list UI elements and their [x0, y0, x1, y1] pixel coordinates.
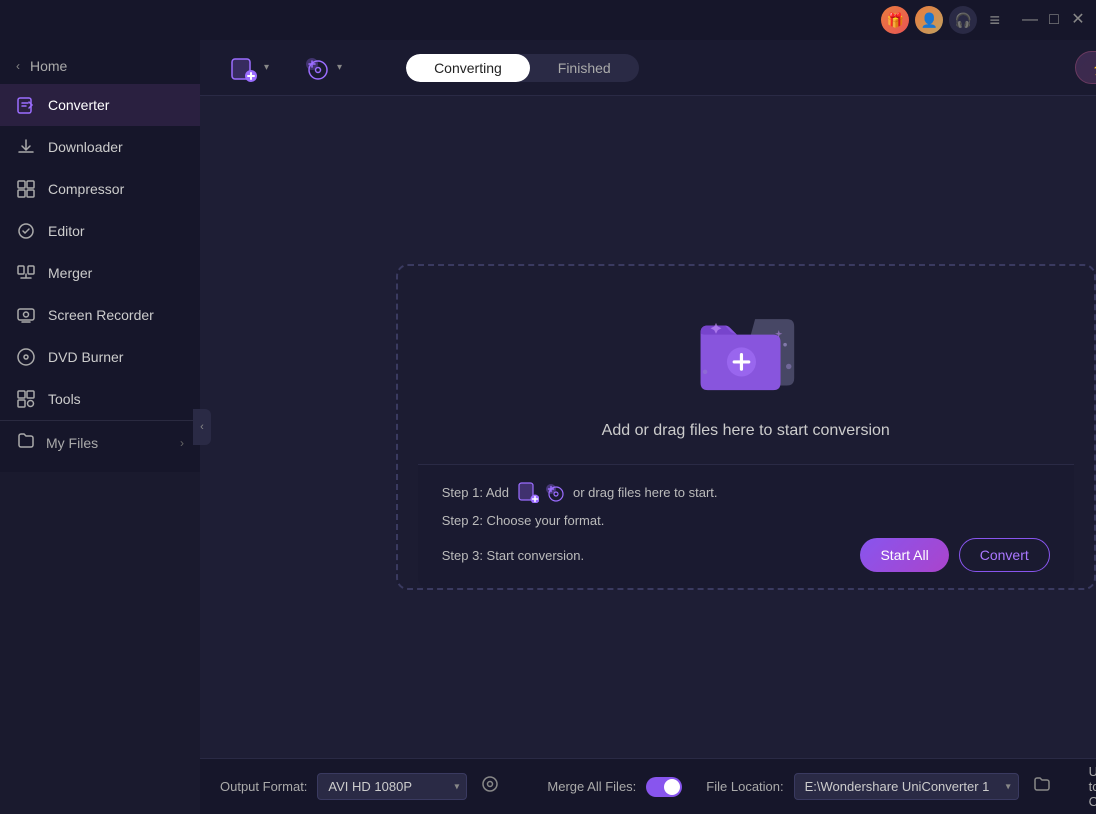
downloader-icon — [16, 137, 36, 157]
sidebar-dvd-burner-label: DVD Burner — [48, 349, 123, 365]
sidebar-tools-label: Tools — [48, 391, 81, 407]
add-cd-button[interactable]: ▾ — [293, 47, 350, 89]
add-files-icon — [228, 53, 258, 83]
upload-cloud-field: Upload to Cloud — [1089, 764, 1096, 809]
titlebar-icons: 🎁 👤 🎧 ≡ — [881, 6, 1006, 35]
folder-icon — [681, 296, 811, 406]
output-format-select-wrap: AVI HD 1080P MP4 HD 1080P MKV HD 1080P M… — [317, 773, 467, 800]
sidebar: ‹ Home Converter — [0, 40, 200, 472]
screen-recorder-icon — [16, 305, 36, 325]
sidebar-merger-label: Merger — [48, 265, 92, 281]
step-1-prefix: Step 1: Add — [442, 485, 509, 500]
merge-label: Merge All Files: — [547, 779, 636, 794]
my-files-arrow-icon: › — [180, 436, 184, 450]
merge-all-files-field: Merge All Files: — [547, 777, 682, 797]
sidebar-item-compressor[interactable]: Compressor — [0, 168, 200, 210]
minimize-button[interactable]: — — [1022, 12, 1038, 28]
sidebar-item-dvd-burner[interactable]: DVD Burner — [0, 336, 200, 378]
dvd-burner-icon — [16, 347, 36, 367]
step-add-files-icon[interactable] — [517, 481, 539, 503]
sidebar-editor-label: Editor — [48, 223, 85, 239]
sidebar-footer: My Files › — [0, 420, 200, 464]
step-3-row: Step 3: Start conversion. Start All Conv… — [442, 538, 1050, 572]
my-files-icon — [16, 431, 36, 454]
output-format-field: Output Format: AVI HD 1080P MP4 HD 1080P… — [220, 771, 503, 802]
step-2-text: Step 2: Choose your format. — [442, 513, 605, 528]
add-files-button[interactable]: ▾ — [220, 47, 277, 89]
tools-icon — [16, 389, 36, 409]
convert-button[interactable]: Convert — [959, 538, 1050, 572]
step-3-actions: Start All Convert — [860, 538, 1049, 572]
sidebar-item-home[interactable]: ‹ Home — [0, 48, 200, 84]
file-location-browse-button[interactable] — [1029, 771, 1055, 802]
sidebar-item-tools[interactable]: Tools — [0, 378, 200, 420]
sidebar-wrap: ‹ Home Converter — [0, 40, 200, 814]
toolbar: ▾ ▾ Converting Finished — [200, 40, 1096, 96]
sidebar-item-screen-recorder[interactable]: Screen Recorder — [0, 294, 200, 336]
content-area: ▾ ▾ Converting Finished — [200, 40, 1096, 814]
file-location-select-wrap: E:\Wondershare UniConverter 1 ▾ — [794, 773, 1019, 800]
merge-toggle-switch[interactable] — [646, 777, 682, 797]
sidebar-item-converter[interactable]: Converter — [0, 84, 200, 126]
output-format-settings-button[interactable] — [477, 771, 503, 802]
tab-switcher: Converting Finished — [406, 54, 639, 82]
main-layout: ‹ Home Converter — [0, 40, 1096, 814]
add-cd-icon — [301, 53, 331, 83]
home-chevron-icon: ‹ — [16, 59, 20, 73]
high-speed-conversion-button[interactable]: ⚡ High Speed Conversion — [1075, 51, 1096, 84]
sidebar-compressor-label: Compressor — [48, 181, 124, 197]
add-cd-chevron-icon: ▾ — [337, 62, 342, 73]
output-format-select[interactable]: AVI HD 1080P MP4 HD 1080P MKV HD 1080P M… — [317, 773, 467, 800]
step-add-cd-icon[interactable] — [543, 481, 565, 503]
output-format-label: Output Format: — [220, 779, 307, 794]
sidebar-converter-label: Converter — [48, 97, 109, 113]
title-bar: 🎁 👤 🎧 ≡ — □ ✕ — [0, 0, 1096, 40]
sidebar-item-editor[interactable]: Editor — [0, 210, 200, 252]
sidebar-collapse-button[interactable]: ‹ — [193, 409, 211, 445]
editor-icon — [16, 221, 36, 241]
merge-toggle-knob — [664, 779, 680, 795]
start-all-button[interactable]: Start All — [860, 538, 948, 572]
bottom-bar: Output Format: AVI HD 1080P MP4 HD 1080P… — [200, 758, 1096, 814]
drop-zone-text: Add or drag files here to start conversi… — [602, 422, 890, 440]
sidebar-screen-recorder-label: Screen Recorder — [48, 307, 154, 323]
headset-icon[interactable]: 🎧 — [949, 6, 977, 34]
file-location-label: File Location: — [706, 779, 783, 794]
window-controls: — □ ✕ — [1022, 12, 1086, 28]
tab-finished[interactable]: Finished — [530, 54, 639, 82]
menu-icon[interactable]: ≡ — [983, 6, 1006, 35]
user-icon[interactable]: 👤 — [915, 6, 943, 34]
sidebar-home-label: Home — [30, 58, 67, 74]
drop-zone-container: Add or drag files here to start conversi… — [200, 96, 1096, 758]
file-location-field: File Location: E:\Wondershare UniConvert… — [706, 771, 1054, 802]
step-3-prefix: Step 3: Start conversion. — [442, 548, 584, 563]
upload-cloud-label: Upload to Cloud — [1089, 764, 1096, 809]
converter-icon — [16, 95, 36, 115]
file-location-select[interactable]: E:\Wondershare UniConverter 1 — [794, 773, 1019, 800]
my-files-label: My Files — [46, 435, 98, 451]
drop-zone[interactable]: Add or drag files here to start conversi… — [396, 264, 1096, 590]
compressor-icon — [16, 179, 36, 199]
sidebar-downloader-label: Downloader — [48, 139, 123, 155]
sidebar-item-downloader[interactable]: Downloader — [0, 126, 200, 168]
step-1-icons — [517, 481, 565, 503]
close-button[interactable]: ✕ — [1070, 12, 1086, 28]
maximize-button[interactable]: □ — [1046, 12, 1062, 28]
sidebar-item-my-files[interactable]: My Files › — [16, 431, 184, 454]
step-2-row: Step 2: Choose your format. — [442, 513, 1050, 528]
gift-icon[interactable]: 🎁 — [881, 6, 909, 34]
add-files-chevron-icon: ▾ — [264, 62, 269, 73]
lightning-icon: ⚡ — [1092, 59, 1096, 76]
tab-converting[interactable]: Converting — [406, 54, 530, 82]
merger-icon — [16, 263, 36, 283]
sidebar-item-merger[interactable]: Merger — [0, 252, 200, 294]
step-1-row: Step 1: Add — [442, 481, 1050, 503]
steps-section: Step 1: Add — [418, 464, 1074, 588]
step-1-suffix: or drag files here to start. — [573, 485, 718, 500]
